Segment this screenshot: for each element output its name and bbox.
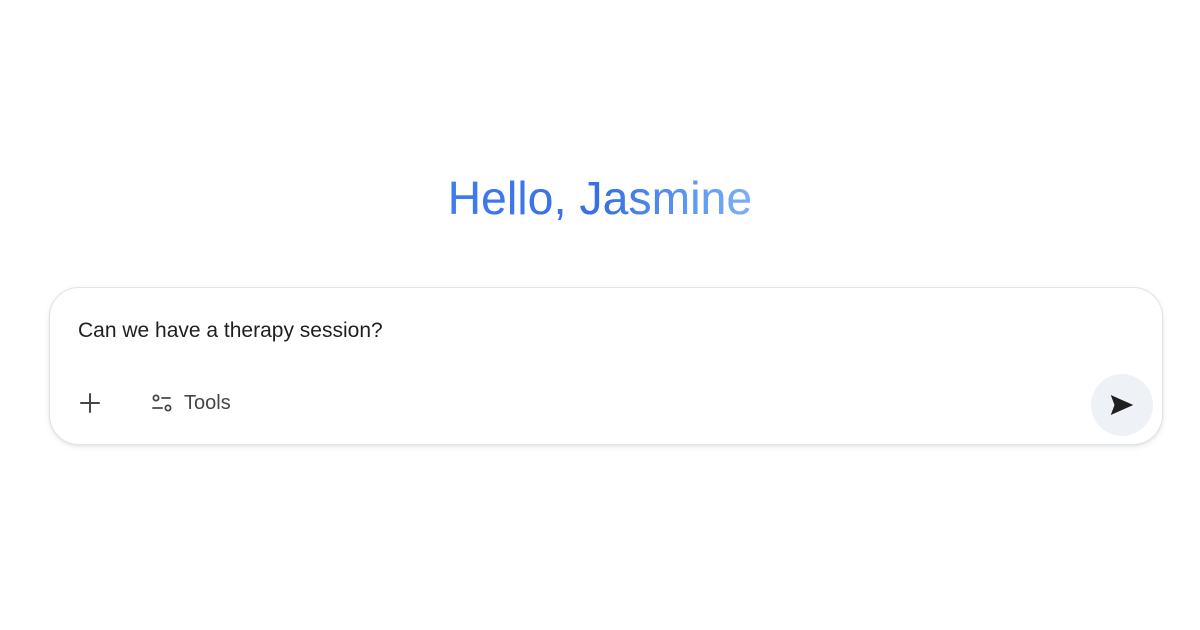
tools-label: Tools: [184, 391, 231, 414]
greeting-text: Hello, Jasmine: [448, 168, 752, 228]
tools-button[interactable]: Tools: [142, 385, 239, 421]
send-button[interactable]: [1091, 374, 1153, 436]
prompt-composer: Tools: [49, 287, 1163, 445]
greeting-heading: Hello, Jasmine: [0, 168, 1200, 228]
sliders-icon: [150, 391, 174, 415]
page: Hello, Jasmine Tools: [0, 0, 1200, 630]
send-arrow-icon: [1107, 390, 1137, 420]
prompt-input[interactable]: [78, 316, 1078, 346]
plus-icon: [78, 391, 102, 415]
add-button[interactable]: [72, 385, 108, 421]
